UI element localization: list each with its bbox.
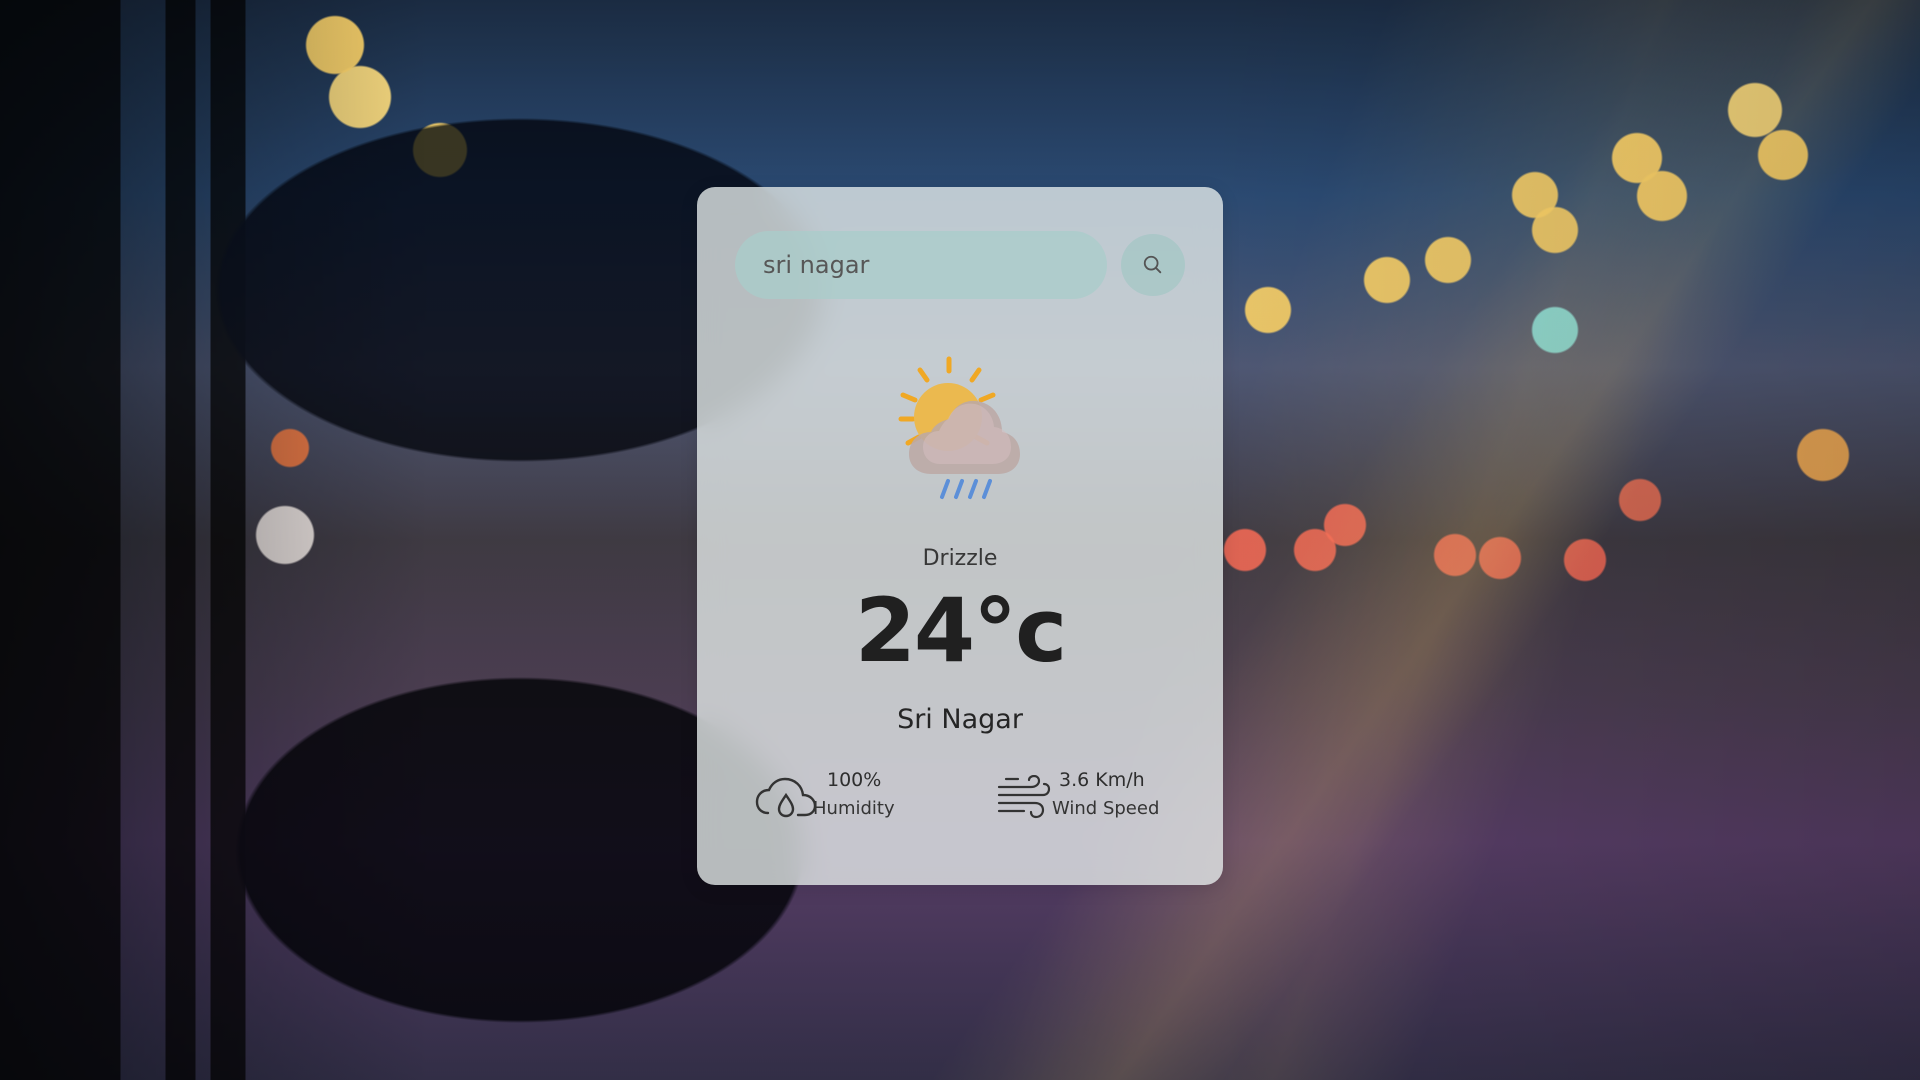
sun-cloud-drizzle-icon [898, 356, 1020, 499]
humidity-cloud-icon [755, 777, 817, 818]
city-search-input[interactable] [763, 231, 1083, 299]
search-pill [735, 231, 1107, 299]
weather-widget: Drizzle 24°c Sri Nagar 100% Humidity 3.6… [697, 187, 1223, 885]
temperature: 24°c [854, 579, 1068, 682]
humidity-metric: 100% Humidity [755, 769, 935, 829]
search-bar [735, 231, 1185, 299]
wind-speed-metric: 3.6 Km/h Wind Speed [996, 769, 1186, 829]
wind-speed-value: 3.6 Km/h [1059, 769, 1145, 791]
humidity-value: 100% [827, 769, 882, 791]
search-button[interactable] [1121, 234, 1185, 296]
city-name: Sri Nagar [897, 704, 1023, 735]
search-icon [1143, 255, 1162, 274]
wind-speed-label: Wind Speed [1052, 798, 1160, 819]
wind-icon [997, 775, 1051, 819]
humidity-label: Humidity [813, 798, 895, 819]
weather-condition: Drizzle [922, 546, 998, 571]
